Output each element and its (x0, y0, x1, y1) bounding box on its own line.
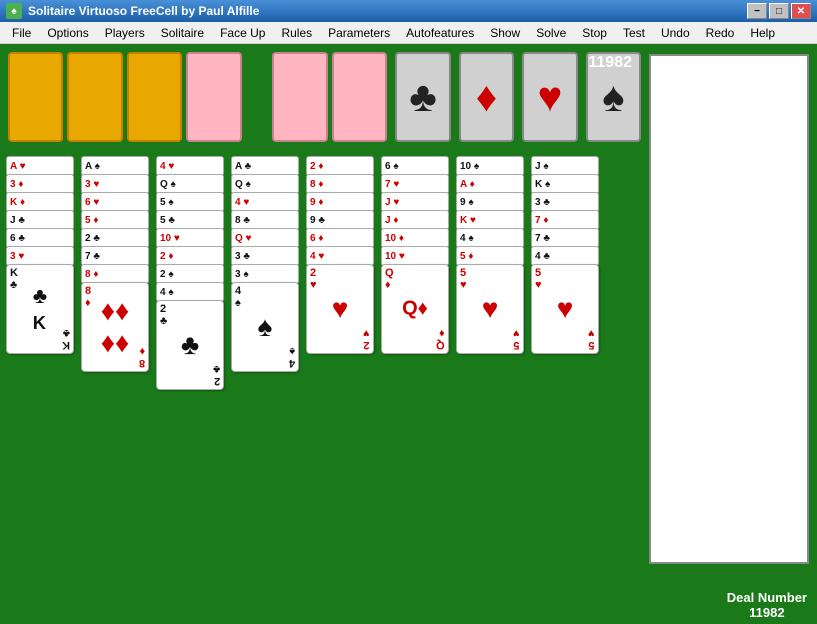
menu-parameters[interactable]: Parameters (320, 24, 398, 42)
title-text: Solitaire Virtuoso FreeCell by Paul Alfi… (28, 4, 747, 18)
score-panel (649, 54, 809, 564)
column-7[interactable]: 10 ♠ A ♦ 9 ♠ K ♥ 4 ♠ 5 ♦ 5♥ ♥ 5♥ (456, 156, 528, 576)
freecell-1[interactable] (8, 52, 63, 142)
foundation-1[interactable] (272, 52, 327, 142)
suit-hearts[interactable]: ♥ (522, 52, 577, 142)
menu-autofeatures[interactable]: Autofeatures (398, 24, 482, 42)
suit-diamonds[interactable]: ♦ (459, 52, 514, 142)
app-icon: ♠ (6, 3, 22, 19)
menu-rules[interactable]: Rules (273, 24, 320, 42)
menu-bar: File Options Players Solitaire Face Up R… (0, 22, 817, 44)
menu-show[interactable]: Show (482, 24, 528, 42)
column-5[interactable]: 2 ♦ 8 ♦ 9 ♦ 9 ♣ 6 ♦ 4 ♥ 2♥ ♥ 2♥ (306, 156, 378, 576)
close-button[interactable]: ✕ (791, 3, 811, 19)
deal-number-display: Deal Number 11982 (727, 590, 807, 620)
hearts-icon: ♥ (537, 73, 562, 121)
menu-file[interactable]: File (4, 24, 39, 42)
spades-icon: ♠ (602, 73, 624, 121)
clubs-icon: ♣ (409, 73, 437, 121)
column-6[interactable]: 6 ♠ 7 ♥ J ♥ J ♦ 10 ♦ 10 ♥ Q♦ Q♦ Q♦ (381, 156, 453, 576)
column-8[interactable]: J ♠ K ♠ 3 ♣ 7 ♦ 7 ♣ 4 ♣ 5♥ ♥ 5♥ (531, 156, 603, 576)
menu-undo[interactable]: Undo (653, 24, 698, 42)
menu-faceup[interactable]: Face Up (212, 24, 273, 42)
game-area: ♣ ♦ ♥ ♠ 11982 Deal Number 11982 A ♥ 3 ♦ … (0, 44, 817, 624)
menu-solve[interactable]: Solve (528, 24, 574, 42)
freecell-4[interactable] (186, 52, 241, 142)
minimize-button[interactable]: − (747, 3, 767, 19)
suit-clubs[interactable]: ♣ (395, 52, 450, 142)
maximize-button[interactable]: □ (769, 3, 789, 19)
column-3[interactable]: 4 ♥ Q ♠ 5 ♠ 5 ♣ 10 ♥ 2 ♦ 2 ♠ 4 ♠ 2♣ ♣ 2♣ (156, 156, 228, 576)
menu-stop[interactable]: Stop (574, 24, 615, 42)
column-4[interactable]: A ♣ Q ♠ 4 ♥ 8 ♣ Q ♥ 3 ♣ 3 ♠ 4♠ ♠ 4♠ (231, 156, 303, 576)
column-2[interactable]: A ♠ 3 ♥ 6 ♥ 5 ♦ 2 ♣ 7 ♣ 8 ♦ 8♦ ♦♦♦♦ 8♦ (81, 156, 153, 576)
menu-help[interactable]: Help (742, 24, 783, 42)
diamonds-icon: ♦ (476, 73, 497, 121)
menu-players[interactable]: Players (97, 24, 153, 42)
title-bar: ♠ Solitaire Virtuoso FreeCell by Paul Al… (0, 0, 817, 22)
menu-test[interactable]: Test (615, 24, 653, 42)
menu-solitaire[interactable]: Solitaire (153, 24, 212, 42)
column-1[interactable]: A ♥ 3 ♦ K ♦ J ♣ 6 ♣ 3 ♥ K♣ ♣K K♣ (6, 156, 78, 576)
score-display: 11982 (588, 54, 632, 72)
foundation-2[interactable] (332, 52, 387, 142)
freecell-3[interactable] (127, 52, 182, 142)
menu-redo[interactable]: Redo (698, 24, 743, 42)
freecell-2[interactable] (67, 52, 122, 142)
window-controls: − □ ✕ (747, 3, 811, 19)
menu-options[interactable]: Options (39, 24, 96, 42)
